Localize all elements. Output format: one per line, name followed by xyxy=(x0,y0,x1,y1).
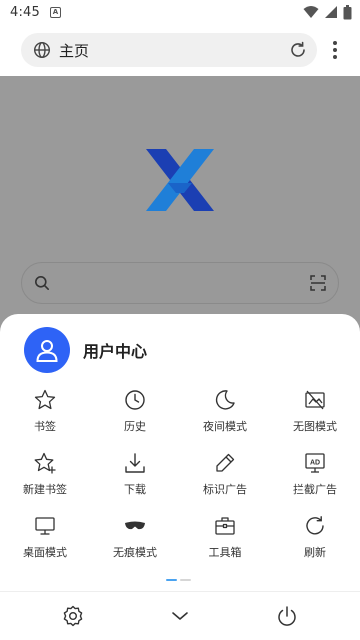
power-icon xyxy=(276,605,298,627)
menu-item-toolbox[interactable]: 工具箱 xyxy=(180,512,270,575)
search-box[interactable] xyxy=(21,262,339,304)
menu-item-label: 工具箱 xyxy=(208,546,242,559)
menu-item-label: 历史 xyxy=(124,420,146,433)
menu-item-history[interactable]: 历史 xyxy=(90,386,180,449)
page-indicator-dot xyxy=(180,579,191,581)
settings-icon xyxy=(62,605,84,627)
svg-text:AD: AD xyxy=(310,460,320,467)
address-bar-title: 主页 xyxy=(59,41,90,60)
user-center-row[interactable]: 用户中心 xyxy=(24,327,148,373)
exit-button[interactable] xyxy=(267,596,307,636)
menu-item-no-image-mode[interactable]: 无图模式 xyxy=(270,386,360,449)
globe-icon xyxy=(33,41,51,59)
scan-icon[interactable] xyxy=(310,275,326,291)
menu-item-label: 无图模式 xyxy=(293,420,337,433)
moon-icon xyxy=(213,388,237,412)
menu-item-label: 桌面模式 xyxy=(23,546,67,559)
signal-icon xyxy=(324,5,338,19)
sheet-bottom-bar xyxy=(0,591,360,640)
page-indicator xyxy=(166,579,191,581)
no-image-icon xyxy=(303,388,327,412)
download-icon xyxy=(123,451,147,475)
star-icon xyxy=(33,388,57,412)
menu-item-label: 无痕模式 xyxy=(113,546,157,559)
menu-item-label: 拦截广告 xyxy=(293,483,337,496)
search-icon xyxy=(34,275,50,291)
menu-item-label: 夜间模式 xyxy=(203,420,247,433)
menu-item-incognito[interactable]: 无痕模式 xyxy=(90,512,180,575)
menu-grid: 书签 历史 夜间模式 无图模式 新建书签 下载 标识广告 AD 拦截广告 桌面模… xyxy=(0,386,360,575)
star-plus-icon xyxy=(33,451,57,475)
clock-icon xyxy=(123,388,147,412)
menu-item-label: 下载 xyxy=(124,483,146,496)
menu-item-label: 书签 xyxy=(34,420,56,433)
menu-item-block-ads[interactable]: AD 拦截广告 xyxy=(270,449,360,512)
collapse-button[interactable] xyxy=(160,596,200,636)
more-options-icon[interactable] xyxy=(326,36,344,64)
refresh-icon[interactable] xyxy=(289,41,307,59)
menu-item-bookmarks[interactable]: 书签 xyxy=(0,386,90,449)
wifi-icon xyxy=(303,5,319,19)
status-time: 4:45 xyxy=(10,4,40,20)
menu-item-label: 刷新 xyxy=(304,546,326,559)
battery-icon xyxy=(343,4,352,20)
avatar[interactable] xyxy=(24,327,70,373)
user-center-label: 用户中心 xyxy=(83,342,148,361)
menu-sheet: 用户中心 书签 历史 夜间模式 无图模式 新建书签 下载 标识广告 AD 拦截广… xyxy=(0,314,360,640)
x-browser-logo xyxy=(146,149,214,211)
menu-item-label: 新建书签 xyxy=(23,483,67,496)
menu-item-desktop-mode[interactable]: 桌面模式 xyxy=(0,512,90,575)
status-icons xyxy=(303,4,352,20)
pencil-icon xyxy=(213,451,237,475)
menu-item-refresh[interactable]: 刷新 xyxy=(270,512,360,575)
menu-item-new-bookmark[interactable]: 新建书签 xyxy=(0,449,90,512)
mask-icon xyxy=(123,514,147,538)
chevron-down-icon xyxy=(170,610,190,622)
status-bar: 4:45 A xyxy=(0,0,360,24)
ad-block-icon: AD xyxy=(303,451,327,475)
menu-item-downloads[interactable]: 下载 xyxy=(90,449,180,512)
menu-item-label: 标识广告 xyxy=(203,483,247,496)
monitor-icon xyxy=(33,514,57,538)
notification-icon: A xyxy=(50,6,61,18)
settings-button[interactable] xyxy=(53,596,93,636)
menu-item-night-mode[interactable]: 夜间模式 xyxy=(180,386,270,449)
address-bar[interactable]: 主页 xyxy=(21,33,317,67)
menu-item-mark-ads[interactable]: 标识广告 xyxy=(180,449,270,512)
toolbox-icon xyxy=(213,514,237,538)
page-indicator-dot-active xyxy=(166,579,177,581)
toolbar: 主页 xyxy=(0,26,360,74)
refresh-icon xyxy=(303,514,327,538)
